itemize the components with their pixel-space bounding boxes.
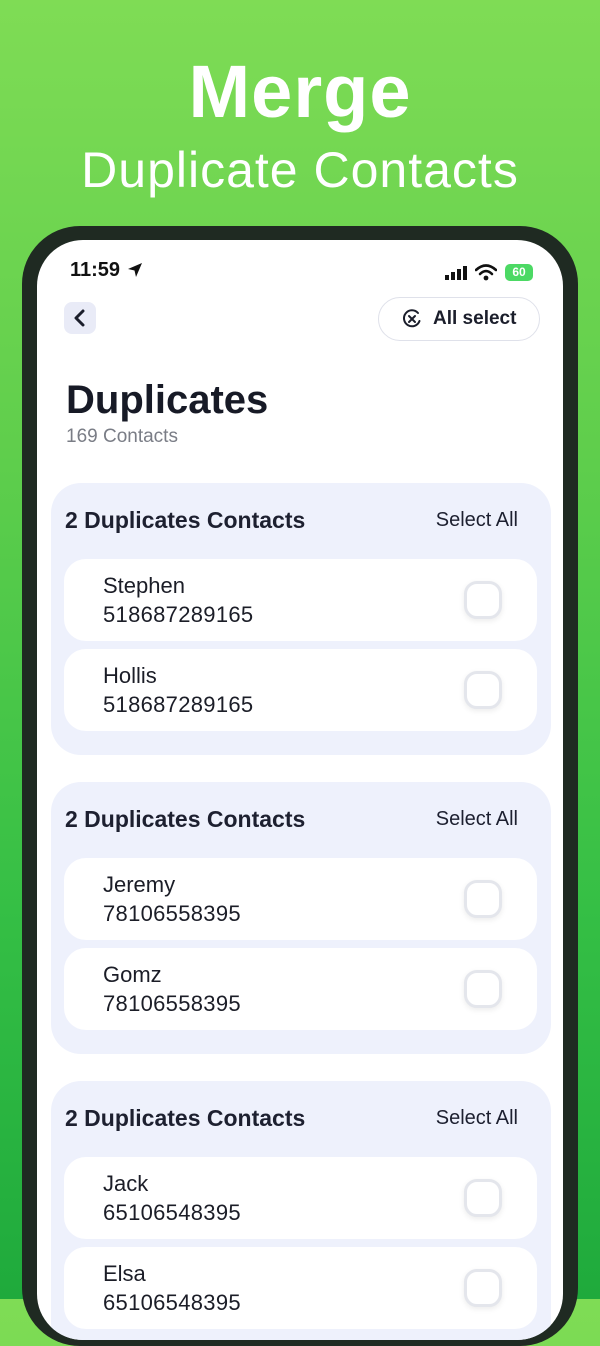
duplicate-group: 2 Duplicates Contacts Select All Jeremy … <box>51 782 551 1054</box>
contact-card[interactable]: Gomz 78106558395 <box>64 948 537 1030</box>
duplicate-group: 2 Duplicates Contacts Select All Stephen… <box>51 483 551 755</box>
contact-phone: 65106548395 <box>103 1290 241 1315</box>
group-title: 2 Duplicates Contacts <box>65 806 306 832</box>
contact-checkbox[interactable] <box>464 581 502 619</box>
page-title: Duplicates <box>66 378 269 422</box>
select-all-button[interactable]: Select All <box>436 808 518 831</box>
contact-phone: 78106558395 <box>103 901 241 926</box>
group-title: 2 Duplicates Contacts <box>65 507 306 533</box>
contact-phone: 78106558395 <box>103 991 241 1016</box>
contact-phone: 518687289165 <box>103 602 254 627</box>
contact-card[interactable]: Jack 65106548395 <box>64 1157 537 1239</box>
contacts-count: 169 Contacts <box>66 426 178 447</box>
contact-checkbox[interactable] <box>464 671 502 709</box>
contact-card[interactable]: Elsa 65106548395 <box>64 1247 537 1329</box>
close-circle-icon <box>403 309 421 328</box>
promo-subtitle: Duplicate Contacts <box>81 142 519 198</box>
contact-name: Elsa <box>103 1261 146 1286</box>
contact-phone: 518687289165 <box>103 692 254 717</box>
contact-checkbox[interactable] <box>464 970 502 1008</box>
select-all-button[interactable]: Select All <box>436 509 518 532</box>
back-button[interactable] <box>64 302 96 334</box>
contact-name: Hollis <box>103 663 157 688</box>
promo-title: Merge <box>188 50 412 133</box>
contact-name: Stephen <box>103 573 185 598</box>
contact-phone: 65106548395 <box>103 1200 241 1225</box>
wifi-icon <box>474 264 498 286</box>
contact-checkbox[interactable] <box>464 880 502 918</box>
cellular-signal-icon <box>445 266 469 285</box>
status-time: 11:59 <box>70 259 121 281</box>
chevron-left-icon <box>74 309 85 327</box>
battery-indicator: 60 <box>505 264 533 281</box>
group-title: 2 Duplicates Contacts <box>65 1105 306 1131</box>
duplicate-group: 2 Duplicates Contacts Select All Jack 65… <box>51 1081 551 1340</box>
contact-card[interactable]: Jeremy 78106558395 <box>64 858 537 940</box>
status-bar: 11:59 60 <box>37 256 563 292</box>
contact-name: Jeremy <box>103 872 176 897</box>
contact-checkbox[interactable] <box>464 1269 502 1307</box>
app-screen: 11:59 60 All select Duplicates 169 Conta… <box>37 240 563 1340</box>
contact-card[interactable]: Stephen 518687289165 <box>64 559 537 641</box>
contact-card[interactable]: Hollis 518687289165 <box>64 649 537 731</box>
all-select-button[interactable]: All select <box>378 297 540 341</box>
contact-name: Jack <box>103 1171 149 1196</box>
select-all-button[interactable]: Select All <box>436 1107 518 1130</box>
location-arrow-icon <box>127 262 143 283</box>
contact-name: Gomz <box>103 962 162 987</box>
contact-checkbox[interactable] <box>464 1179 502 1217</box>
all-select-label: All select <box>433 308 517 329</box>
phone-frame: 11:59 60 All select Duplicates 169 Conta… <box>22 226 578 1346</box>
